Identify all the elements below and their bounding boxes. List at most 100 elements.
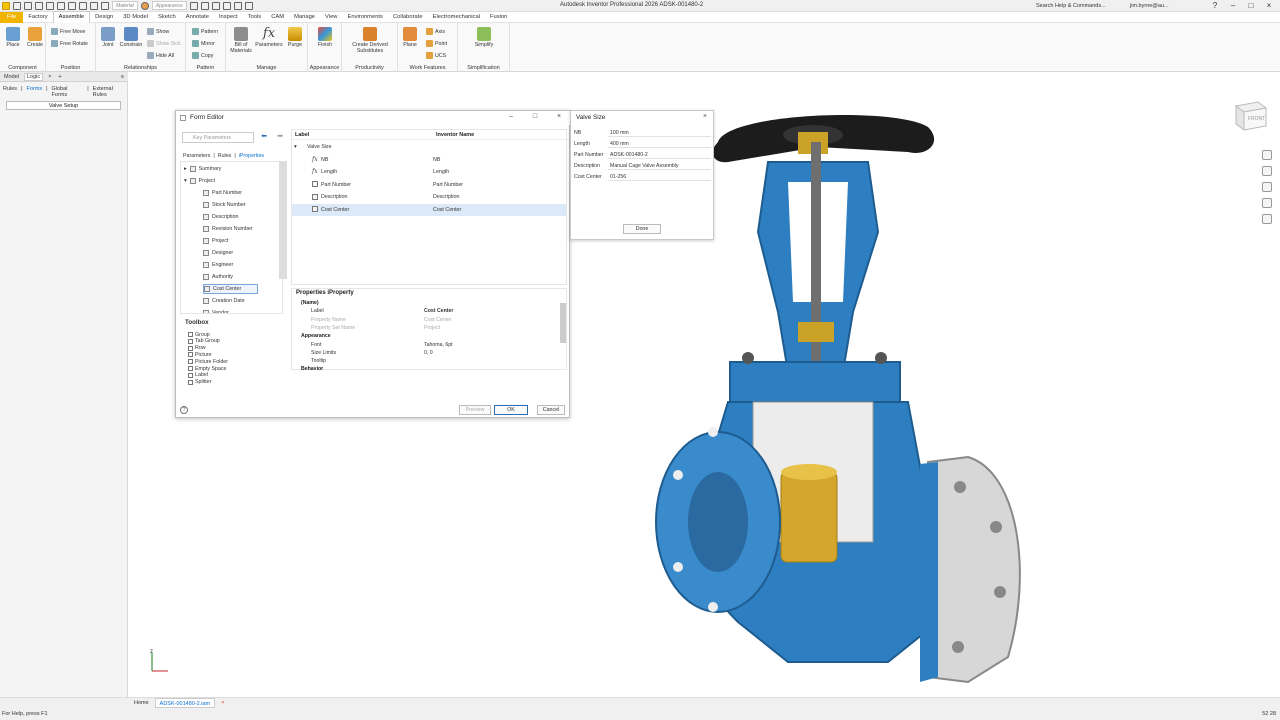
add-tab-icon[interactable]: + [56,74,63,80]
finish-button[interactable]: Finish [314,27,336,48]
close-tab-icon[interactable]: × [46,74,53,80]
tree-item[interactable]: ▸ Summary [184,164,221,174]
form-tree-row[interactable]: ▾ Valve Size [292,141,566,153]
tab-cam[interactable]: CAM [266,12,289,23]
bill-of-materials-button[interactable]: Bill of Materials [228,27,254,54]
place-button[interactable]: Place [4,27,22,48]
simplify-button[interactable]: Simplify [470,27,498,48]
tab-design[interactable]: Design [90,12,118,23]
tab-home[interactable]: Home [130,698,153,708]
tree-item[interactable]: Stock Number [203,200,246,210]
form-tree-row[interactable]: Cost Center Cost Center [292,203,566,216]
property-row[interactable]: (Name) [292,299,552,307]
tab-manage[interactable]: Manage [289,12,320,23]
ucs-button[interactable]: UCS [426,52,446,59]
tab-fusion[interactable]: Fusion [485,12,512,23]
property-row[interactable]: Size Limits 0, 0 [292,349,552,357]
point-button[interactable]: Point [426,40,447,47]
field-value-input[interactable]: 400 mm [608,139,711,148]
back-arrow-icon[interactable]: ⬅ [258,132,270,143]
property-row[interactable]: Tooltip [292,357,552,365]
constrain-button[interactable]: Constrain [117,27,145,48]
orbit-icon[interactable] [1262,198,1272,208]
free-rotate-button[interactable]: Free Rotate [51,40,88,47]
subtab-rules[interactable]: Rules [3,86,17,98]
tree-item[interactable]: Creation Date [203,296,245,306]
tree-scrollbar[interactable] [279,161,287,279]
property-value[interactable]: 0, 0 [424,349,433,357]
tab-collaborate[interactable]: Collaborate [388,12,428,23]
subtab-external-rules[interactable]: External Rules [93,86,127,98]
tree-item[interactable]: Description [203,212,239,222]
form-tree-row[interactable]: fx NB NB [292,154,566,166]
property-row[interactable]: Behavior [292,365,552,373]
steering-wheel-icon[interactable] [1262,150,1272,160]
property-value[interactable]: Cost Center [424,307,453,315]
form-tree-row[interactable]: Description Description [292,191,566,203]
preview-button[interactable]: Preview [459,405,491,415]
tree-item[interactable]: Revision Number [203,224,253,234]
customize-icon[interactable] [244,1,253,10]
maximize-icon[interactable]: □ [530,113,540,120]
tab-3d-model[interactable]: 3D Model [118,12,153,23]
mirror-button[interactable]: Mirror [192,40,215,47]
close-icon[interactable]: × [1262,0,1276,12]
property-row[interactable]: Font Tahoma, 6pt [292,341,552,349]
material-dropdown[interactable]: Material [112,1,138,10]
user-account[interactable]: jim.byrne@au... [1130,1,1169,11]
field-value-input[interactable]: ADSK-001480-2 [608,150,711,159]
fx-icon[interactable] [211,1,220,10]
save-icon[interactable] [35,1,43,10]
help-icon[interactable]: ? [180,406,188,414]
tab-annotate[interactable]: Annotate [181,12,214,23]
tree-item[interactable]: Project [203,236,229,246]
look-at-icon[interactable] [1262,214,1272,224]
done-button[interactable]: Done [623,224,661,234]
tree-item[interactable]: Part Number [203,188,242,198]
update-icon[interactable] [79,1,87,10]
expand-icon[interactable]: ▸ [184,166,187,172]
print-icon[interactable] [101,1,109,10]
undo-icon[interactable] [46,1,54,10]
field-value-input[interactable]: Manual Cage Valve Assembly [608,161,711,170]
cancel-button[interactable]: Cancel [537,405,565,415]
search-help-input[interactable]: Search Help & Commands... [1036,1,1122,11]
zoom-icon[interactable] [1262,182,1272,192]
form-tree-row[interactable]: Part Number Part Number [292,179,566,191]
help-icon[interactable]: ? [1208,0,1222,12]
viewcube[interactable]: FRONT [1232,98,1268,132]
property-row[interactable]: Appearance [292,332,552,340]
subtab-global-forms[interactable]: Global Forms [52,86,84,98]
create-derived-substitutes-button[interactable]: Create Derived Substitutes [345,27,395,54]
create-button[interactable]: Create [25,27,45,48]
parameters-button[interactable]: fx Parameters [254,27,284,49]
pattern-button[interactable]: Pattern [192,28,218,35]
plane-button[interactable]: Plane [400,27,420,48]
minimize-icon[interactable]: – [506,113,516,120]
new-icon[interactable] [13,1,21,10]
property-row[interactable]: Label Cost Center [292,307,552,315]
show-button[interactable]: Show [147,28,169,35]
tree-item[interactable]: Engineer [203,260,233,270]
tree-item[interactable]: Cost Center [203,284,259,294]
collapse-icon[interactable]: ▾ [184,178,187,184]
tab-factory[interactable]: Factory [23,12,52,23]
property-row[interactable]: Property Set Name Project [292,324,552,332]
tab-file[interactable]: File [0,11,24,23]
measure-icon[interactable] [222,1,231,10]
properties-scrollbar[interactable] [560,303,566,343]
redo-icon[interactable] [57,1,65,10]
tab-iproperties[interactable]: iProperties [239,153,264,159]
tab-view[interactable]: View [320,12,342,23]
field-value-input[interactable]: 100 mm [608,128,711,137]
tab-document[interactable]: ADSK-001480-2.iam [154,698,216,708]
show-sick-button[interactable]: Show Sick [147,40,181,47]
tab-sketch[interactable]: Sketch [153,12,181,23]
menu-icon[interactable]: ≡ [119,74,126,80]
maximize-icon[interactable]: □ [1244,0,1258,12]
tab-parameters[interactable]: Parameters [183,153,210,159]
property-value[interactable]: Tahoma, 6pt [424,341,453,349]
forward-arrow-icon[interactable]: ➡ [274,132,286,143]
tab-assemble[interactable]: Assemble [52,10,91,24]
form-tree-row[interactable]: fx Length Length [292,166,566,178]
